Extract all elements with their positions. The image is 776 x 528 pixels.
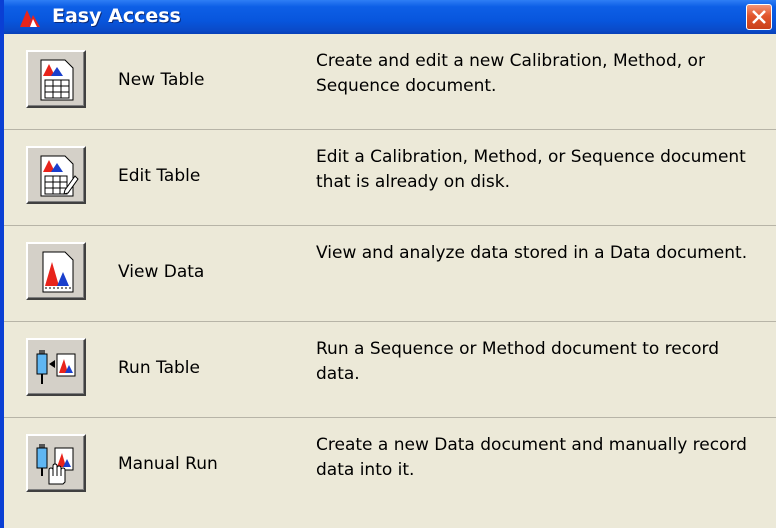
close-icon xyxy=(752,10,766,24)
run-table-label: Run Table xyxy=(118,358,200,378)
new-table-button[interactable] xyxy=(26,50,86,108)
edit-table-button[interactable] xyxy=(26,146,86,204)
list-item-manual-run: Manual Run Create a new Data document an… xyxy=(4,418,776,514)
list-item-new-table: New Table Create and edit a new Calibrat… xyxy=(4,34,776,130)
manual-run-icon xyxy=(36,444,74,485)
view-data-label: View Data xyxy=(118,262,205,282)
view-data-icon xyxy=(42,251,74,293)
run-table-icon xyxy=(36,350,76,384)
run-table-button[interactable] xyxy=(26,338,86,396)
view-data-button[interactable] xyxy=(26,242,86,300)
edit-table-label: Edit Table xyxy=(118,166,201,186)
edit-table-icon xyxy=(40,155,79,197)
close-button[interactable] xyxy=(746,4,772,30)
title-bar[interactable]: Easy Access xyxy=(4,0,776,34)
run-table-description: Run a Sequence or Method document to rec… xyxy=(316,339,719,384)
list-item-view-data: View Data View and analyze data stored i… xyxy=(4,226,776,322)
app-logo-icon xyxy=(20,10,40,27)
edit-table-description: Edit a Calibration, Method, or Sequence … xyxy=(316,147,746,192)
new-table-description: Create and edit a new Calibration, Metho… xyxy=(316,51,705,96)
manual-run-label: Manual Run xyxy=(118,454,218,474)
easy-access-list: New Table Create and edit a new Calibrat… xyxy=(4,34,776,528)
manual-run-button[interactable] xyxy=(26,434,86,492)
new-table-icon xyxy=(40,59,74,101)
manual-run-description: Create a new Data document and manually … xyxy=(316,435,747,480)
list-item-edit-table: Edit Table Edit a Calibration, Method, o… xyxy=(4,130,776,226)
window-title: Easy Access xyxy=(52,5,181,27)
new-table-label: New Table xyxy=(118,70,205,90)
easy-access-window: Easy Access New Table Create and edit a … xyxy=(0,0,776,528)
list-item-run-table: Run Table Run a Sequence or Method docum… xyxy=(4,322,776,418)
view-data-description: View and analyze data stored in a Data d… xyxy=(316,243,748,263)
